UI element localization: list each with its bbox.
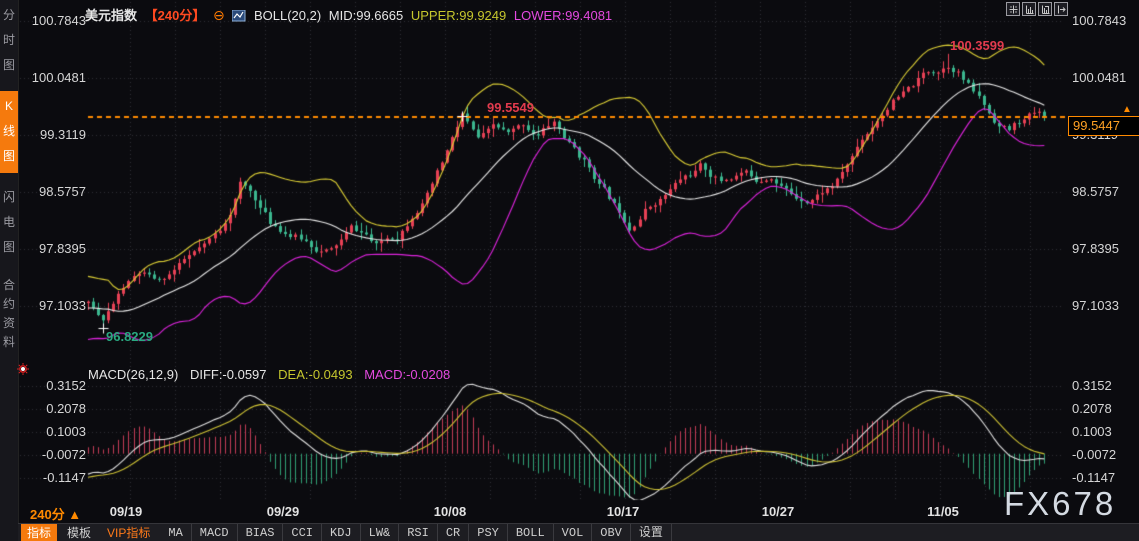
axis-label: 100.7843 — [1072, 13, 1127, 28]
indicator-chart-icon — [231, 9, 246, 22]
axis-label: 97.1033 — [39, 298, 86, 313]
axis-label: -0.1147 — [42, 470, 86, 486]
axis-label: -0.0072 — [1072, 447, 1117, 463]
exit-fullscreen-icon[interactable] — [1054, 2, 1068, 16]
live-alert-icon — [17, 362, 29, 375]
toolbar-tab-VIP指标[interactable]: VIP指标 — [101, 524, 156, 541]
macd-macd-value: MACD:-0.0208 — [364, 367, 451, 382]
toolbar-item-MA[interactable]: MA — [160, 524, 192, 541]
axis-label: 97.8395 — [39, 241, 86, 256]
toolbar-item-CR[interactable]: CR — [438, 524, 470, 541]
axis-label: 100.0481 — [31, 70, 86, 85]
period-footer-label[interactable]: 240分 ▲ — [30, 504, 81, 523]
low-label: 96.8229 — [106, 329, 153, 344]
date-tick-10/08: 10/08 — [433, 504, 467, 519]
toolbar-item-BIAS[interactable]: BIAS — [238, 524, 284, 541]
axis-label: 0.2078 — [1072, 401, 1112, 417]
date-tick-09/19: 09/19 — [109, 504, 143, 519]
boll-indicator-label: BOLL(20,2) — [253, 8, 322, 23]
top-high-label: 100.3599 — [950, 38, 1005, 53]
date-axis: 240分 ▲ 09/19 09/29 10/08 10/17 10/27 11/05 — [18, 502, 1066, 522]
axis-scale-left-icon[interactable] — [1022, 2, 1036, 16]
pan-tool-icon[interactable] — [1006, 2, 1020, 16]
toolbar-tab-指标[interactable]: 指标 — [21, 524, 58, 541]
date-tick-09/29: 09/29 — [266, 504, 300, 519]
macd-diff-value: DIFF:-0.0597 — [189, 367, 267, 382]
sidebar: 分 时 图 K 线 图闪 电 图合 约 资 料 — [0, 0, 19, 541]
axis-label: 100.0481 — [1072, 70, 1127, 85]
period-badge[interactable]: 【240分】 — [145, 8, 206, 23]
sidebar-tab-1[interactable]: 分 时 图 — [0, 0, 18, 82]
toolbar-item-PSY[interactable]: PSY — [469, 524, 508, 541]
axis-label: -0.1147 — [1072, 470, 1116, 486]
toolbar-tab-模板[interactable]: 模板 — [61, 524, 97, 541]
axis-label: 100.7843 — [31, 13, 86, 28]
toolbar-item-OBV[interactable]: OBV — [592, 524, 631, 541]
toolbar-item-LW&[interactable]: LW& — [361, 524, 400, 541]
sidebar-tab-4[interactable]: 合 约 资 料 — [0, 273, 18, 356]
date-tick-10/17: 10/17 — [606, 504, 640, 519]
axis-label: 97.8395 — [1072, 241, 1119, 256]
candlestick-chart-canvas[interactable] — [18, 0, 1066, 520]
axis-label: 98.5757 — [39, 184, 86, 199]
toolbar-item-CCI[interactable]: CCI — [283, 524, 323, 541]
axis-label: 0.1003 — [1072, 424, 1112, 440]
zoom-out-icon[interactable]: ⊖ — [213, 7, 225, 23]
macd-indicator-label: MACD(26,12,9) — [88, 367, 179, 382]
app-root: 分 时 图 K 线 图闪 电 图合 约 资 料 美元指数 【240分】 ⊖ BOL… — [0, 0, 1139, 541]
swing-high-label: 99.5549 — [487, 100, 534, 115]
chart-header: 美元指数 【240分】 ⊖ BOLL(20,2) MID:99.6665 UPP… — [85, 5, 616, 24]
axis-label: 98.5757 — [1072, 184, 1119, 199]
last-price-box: 99.5447 — [1068, 116, 1139, 136]
price-up-arrow-icon: ▲ — [1122, 104, 1132, 115]
toolbar-item-设置[interactable]: 设置 — [631, 524, 672, 541]
window-control-icons — [1006, 2, 1068, 16]
date-tick-11/05: 11/05 — [927, 504, 959, 519]
watermark: FX678 — [1004, 485, 1117, 522]
macd-dea-value: DEA:-0.0493 — [278, 367, 353, 382]
axis-label: 0.2078 — [46, 401, 86, 417]
toolbar-item-BOLL[interactable]: BOLL — [508, 524, 554, 541]
boll-lower-value: LOWER:99.4081 — [513, 8, 613, 23]
axis-scale-right-icon[interactable] — [1038, 2, 1052, 16]
toolbar-item-RSI[interactable]: RSI — [399, 524, 438, 541]
axis-label: 0.3152 — [46, 378, 86, 394]
indicator-toolbar: 指标 模板 VIP指标 MA MACD BIAS CCI KDJ LW& RSI CR PSY BOLL… — [18, 523, 1139, 541]
toolbar-item-MACD[interactable]: MACD — [192, 524, 238, 541]
symbol-name: 美元指数 — [85, 8, 138, 23]
axis-label: 0.3152 — [1072, 378, 1112, 394]
date-tick-10/27: 10/27 — [761, 504, 795, 519]
toolbar-item-KDJ[interactable]: KDJ — [322, 524, 361, 541]
sidebar-tab-2[interactable]: K 线 图 — [0, 91, 18, 173]
axis-label: 99.3119 — [39, 127, 86, 142]
axis-label: 0.1003 — [46, 424, 86, 440]
macd-header: MACD(26,12,9) DIFF:-0.0597 DEA:-0.0493 M… — [88, 367, 458, 382]
axis-label: -0.0072 — [41, 447, 86, 463]
boll-mid-value: MID:99.6665 — [328, 8, 404, 23]
boll-upper-value: UPPER:99.9249 — [410, 8, 507, 23]
axis-label: 97.1033 — [1072, 298, 1119, 313]
sidebar-tab-3[interactable]: 闪 电 图 — [0, 182, 18, 264]
toolbar-item-VOL[interactable]: VOL — [554, 524, 593, 541]
